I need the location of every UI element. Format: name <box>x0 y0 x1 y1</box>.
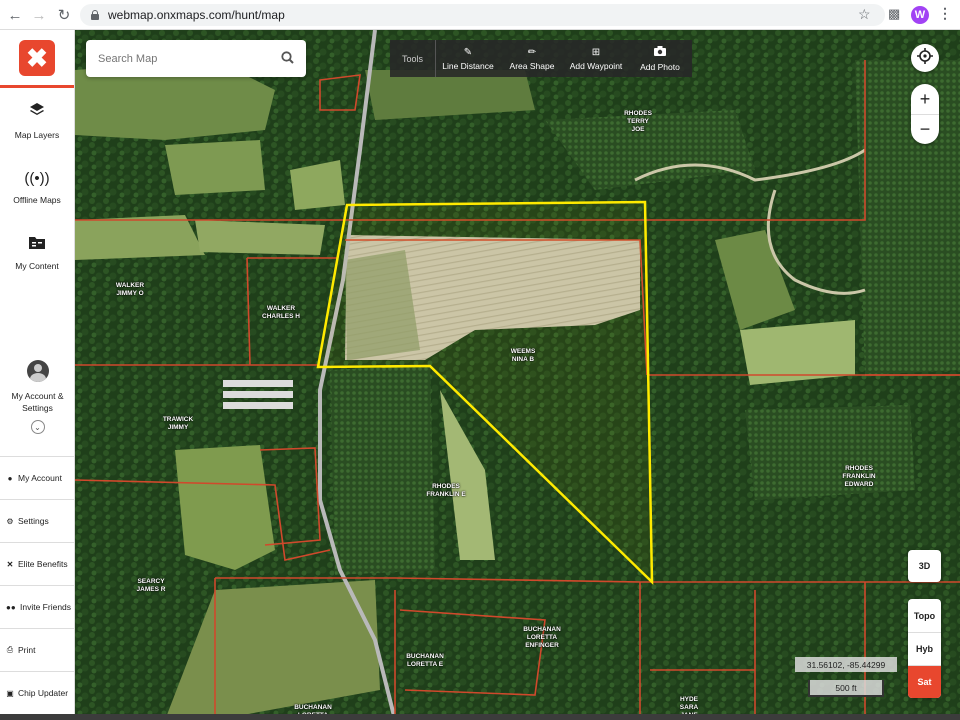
sidebar-item-label: Print <box>18 645 36 655</box>
chip-icon: ▣ <box>6 688 14 698</box>
tool-label: Line Distance <box>442 60 494 71</box>
sidebar-item-label: My Account <box>18 473 62 483</box>
owner-label[interactable]: SEARCY JAMES R <box>137 578 166 594</box>
sidebar-item-label: Chip Updater <box>18 688 69 698</box>
sidebar-item-settings[interactable]: ⚙ Settings <box>0 499 75 542</box>
zoom-control: + − <box>911 84 939 144</box>
tool-label: Area Shape <box>509 60 555 71</box>
sidebar: ✖ Map Layers ((•)) Offline Maps My Conte… <box>0 30 75 720</box>
area-shape-button[interactable]: ✏ Area Shape <box>500 40 564 77</box>
folder-icon <box>29 236 45 253</box>
satellite-map[interactable] <box>75 30 960 720</box>
tool-label: Add Waypoint <box>569 60 623 71</box>
locate-button[interactable] <box>911 44 939 72</box>
sidebar-item-offline-maps[interactable]: ((•)) Offline Maps <box>0 154 74 220</box>
camera-icon <box>654 45 666 59</box>
coordinates-readout: 31.56102, -85.44299 <box>795 657 897 672</box>
account-settings-label: My Account & Settings <box>11 391 64 413</box>
avatar <box>26 360 49 382</box>
pencil-icon: ✎ <box>463 46 473 58</box>
owner-label[interactable]: RHODES TERRY JOE <box>624 110 652 134</box>
x-icon: ✕ <box>6 559 14 569</box>
basemap-satellite-button[interactable]: Sat <box>908 665 941 698</box>
sidebar-item-map-layers[interactable]: Map Layers <box>0 88 74 154</box>
extensions-puzzle-icon[interactable]: ▩ <box>888 6 900 22</box>
3d-toggle-button[interactable]: 3D <box>908 550 941 582</box>
layers-icon <box>29 102 45 122</box>
zoom-out-button[interactable]: − <box>911 114 939 144</box>
sidebar-item-label: My Content <box>15 260 59 271</box>
basemap-topo-button[interactable]: Topo <box>908 599 941 632</box>
sidebar-item-label: Settings <box>18 516 49 526</box>
sidebar-item-elite-benefits[interactable]: ✕ Elite Benefits <box>0 542 75 585</box>
user-icon: ● <box>7 473 13 483</box>
reload-icon[interactable]: ↻ <box>51 2 77 28</box>
basemap-switcher: Topo Hyb Sat <box>908 599 941 698</box>
lock-icon <box>90 10 100 20</box>
broadcast-icon: ((•)) <box>24 169 50 187</box>
profile-avatar[interactable]: W <box>911 6 929 24</box>
owner-label[interactable]: BUCHANAN LORETTA E <box>406 653 444 669</box>
map-tools-toolbar: Tools ✎ Line Distance ✏ Area Shape ⊞ Add… <box>390 40 692 77</box>
sidebar-item-my-content[interactable]: My Content <box>0 220 74 286</box>
owner-label[interactable]: TRAWICK JIMMY <box>163 416 193 432</box>
sidebar-item-label: Map Layers <box>14 130 60 140</box>
taskbar-strip <box>0 714 960 720</box>
search-box <box>86 40 306 77</box>
chevron-down-icon[interactable]: ⌄ <box>30 420 45 434</box>
browser-menu-icon[interactable]: ⋮ <box>938 5 952 22</box>
owner-label[interactable]: WEEMS NINA B <box>511 348 536 364</box>
sidebar-list: ● My Account ⚙ Settings ✕ Elite Benefits ●●… <box>0 456 75 714</box>
sidebar-item-print[interactable]: ⎙ Print <box>0 628 75 671</box>
shape-icon: ✏ <box>527 46 537 58</box>
add-photo-button[interactable]: Add Photo <box>628 40 692 77</box>
onx-logo-icon[interactable]: ✖ <box>19 39 55 76</box>
add-waypoint-button[interactable]: ⊞ Add Waypoint <box>564 40 628 77</box>
basemap-hybrid-button[interactable]: Hyb <box>908 632 941 665</box>
tools-label: Tools <box>390 40 436 77</box>
search-icon[interactable] <box>281 50 294 67</box>
owner-label[interactable]: RHODES FRANKLIN EDWARD <box>842 465 875 489</box>
owner-label[interactable]: WALKER JIMMY O <box>116 282 144 298</box>
bookmark-star-icon[interactable]: ☆ <box>858 6 871 23</box>
owner-label[interactable]: WALKER CHARLES H <box>262 305 300 321</box>
sidebar-item-label: Elite Benefits <box>18 559 68 569</box>
logo-area: ✖ <box>0 30 74 88</box>
sidebar-item-my-account[interactable]: ● My Account <box>0 456 75 499</box>
waypoint-icon: ⊞ <box>591 46 601 58</box>
back-icon[interactable]: ← <box>2 2 28 28</box>
scale-bar: 500 ft <box>808 680 884 697</box>
print-icon: ⎙ <box>6 645 14 654</box>
sidebar-item-invite-friends[interactable]: ●● Invite Friends <box>0 585 75 628</box>
map-imagery <box>75 30 960 720</box>
owner-label[interactable]: BUCHANAN LORETTA ENFINGER <box>523 626 561 650</box>
sidebar-item-account-settings[interactable]: My Account & Settings ⌄ <box>0 360 75 434</box>
owner-label[interactable]: RHODES FRANKLIN E <box>426 483 465 499</box>
sidebar-item-label: Invite Friends <box>20 602 72 612</box>
sidebar-item-label: Offline Maps <box>13 194 61 205</box>
sidebar-item-chip-updater[interactable]: ▣ Chip Updater <box>0 671 75 714</box>
users-icon: ●● <box>6 602 16 612</box>
line-distance-button[interactable]: ✎ Line Distance <box>436 40 500 77</box>
gear-icon: ⚙ <box>6 516 14 526</box>
forward-icon[interactable]: → <box>26 2 52 28</box>
url-text: webmap.onxmaps.com/hunt/map <box>108 8 285 22</box>
crosshair-icon <box>917 47 933 69</box>
tool-label: Add Photo <box>640 61 680 72</box>
browser-toolbar: ← → ↻ webmap.onxmaps.com/hunt/map ☆ ▩ W … <box>0 0 960 30</box>
zoom-in-button[interactable]: + <box>911 84 939 114</box>
address-bar[interactable]: webmap.onxmaps.com/hunt/map <box>80 4 885 26</box>
search-input[interactable] <box>98 52 281 65</box>
